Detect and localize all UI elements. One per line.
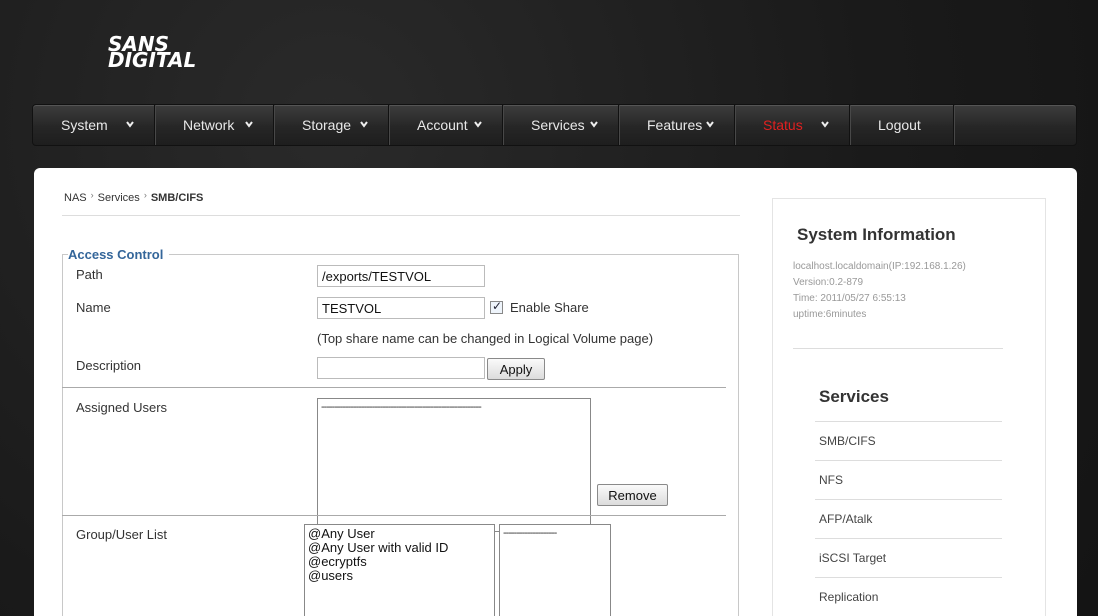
breadcrumb-separator-icon: › xyxy=(143,190,147,200)
host-info: localhost.localdomain(IP:192.168.1.26) xyxy=(793,261,966,272)
list-item[interactable]: @ecryptfs xyxy=(305,555,494,569)
apply-button[interactable]: Apply xyxy=(487,358,545,380)
enable-share-label: Enable Share xyxy=(510,300,589,315)
assigned-users-listbox[interactable]: ----------------------------------------… xyxy=(317,398,591,532)
services-list: SMB/CIFS NFS AFP/Atalk iSCSI Target Repl… xyxy=(815,421,1002,616)
chevron-down-icon xyxy=(821,121,829,128)
service-link-nfs[interactable]: NFS xyxy=(815,460,1002,499)
path-field[interactable]: /exports/TESTVOL xyxy=(317,265,485,287)
chevron-down-icon xyxy=(126,121,134,128)
version-info: Version:0.2-879 xyxy=(793,277,864,288)
path-label: Path xyxy=(76,267,103,282)
nav-status[interactable]: Status xyxy=(735,105,850,145)
chevron-down-icon xyxy=(590,121,598,128)
breadcrumb-services[interactable]: Services xyxy=(98,192,140,204)
service-link-afp-atalk[interactable]: AFP/Atalk xyxy=(815,499,1002,538)
nav-features[interactable]: Features xyxy=(619,105,735,145)
list-item[interactable]: @Any User with valid ID xyxy=(305,541,494,555)
uptime-info: uptime:6minutes xyxy=(793,309,867,320)
secondary-list-placeholder: -------------------- xyxy=(503,527,557,539)
system-information-details: localhost.localdomain(IP:192.168.1.26) V… xyxy=(793,259,966,323)
list-item[interactable]: @users xyxy=(305,569,494,583)
nav-storage[interactable]: Storage xyxy=(274,105,389,145)
remove-button[interactable]: Remove xyxy=(597,484,668,506)
main-panel: NAS › Services › SMB/CIFS Access Control Pat… xyxy=(34,168,1077,616)
chevron-down-icon xyxy=(245,121,253,128)
divider xyxy=(793,348,1003,349)
nav-logout[interactable]: Logout xyxy=(850,105,954,145)
nav-network[interactable]: Network xyxy=(155,105,274,145)
main-navbar: System Network Storage Account Services … xyxy=(32,104,1077,146)
access-control-legend: Access Control xyxy=(68,247,170,262)
breadcrumb-nas[interactable]: NAS xyxy=(64,192,87,204)
separator xyxy=(62,387,726,388)
group-user-list-label: Group/User List xyxy=(76,527,168,542)
name-label: Name xyxy=(76,300,111,315)
services-title: Services xyxy=(819,387,889,406)
chevron-down-icon xyxy=(706,121,714,128)
assigned-users-label: Assigned Users xyxy=(76,400,168,415)
sans-digital-logo: SANS DIGITAL xyxy=(108,32,197,72)
share-name-note: (Top share name can be changed in Logica… xyxy=(317,331,654,346)
name-field[interactable]: TESTVOL xyxy=(317,297,485,319)
chevron-down-icon xyxy=(474,121,482,128)
nav-services[interactable]: Services xyxy=(503,105,619,145)
list-item[interactable]: @Any User xyxy=(305,527,494,541)
sidebar: System Information localhost.localdomain… xyxy=(772,198,1046,616)
service-link-replication[interactable]: Replication xyxy=(815,577,1002,616)
chevron-down-icon xyxy=(360,121,368,128)
group-user-listbox[interactable]: @Any User @Any User with valid ID @ecryp… xyxy=(304,524,495,616)
nav-account[interactable]: Account xyxy=(389,105,503,145)
assigned-users-placeholder: ----------------------------------------… xyxy=(321,401,482,413)
separator xyxy=(62,515,726,516)
enable-share-checkbox[interactable] xyxy=(490,299,503,314)
service-link-smb-cifs[interactable]: SMB/CIFS xyxy=(815,421,1002,460)
breadcrumb-current: SMB/CIFS xyxy=(150,192,204,204)
divider xyxy=(62,215,740,216)
breadcrumb-separator-icon: › xyxy=(90,190,94,200)
description-field[interactable] xyxy=(317,357,485,379)
breadcrumb: NAS › Services › SMB/CIFS xyxy=(64,190,203,204)
system-information-title: System Information xyxy=(797,225,956,244)
service-link-iscsi-target[interactable]: iSCSI Target xyxy=(815,538,1002,577)
time-info: Time: 2011/05/27 6:55:13 xyxy=(793,293,906,304)
nav-system[interactable]: System xyxy=(33,105,155,145)
description-label: Description xyxy=(76,358,142,373)
secondary-listbox[interactable]: -------------------- xyxy=(499,524,611,616)
